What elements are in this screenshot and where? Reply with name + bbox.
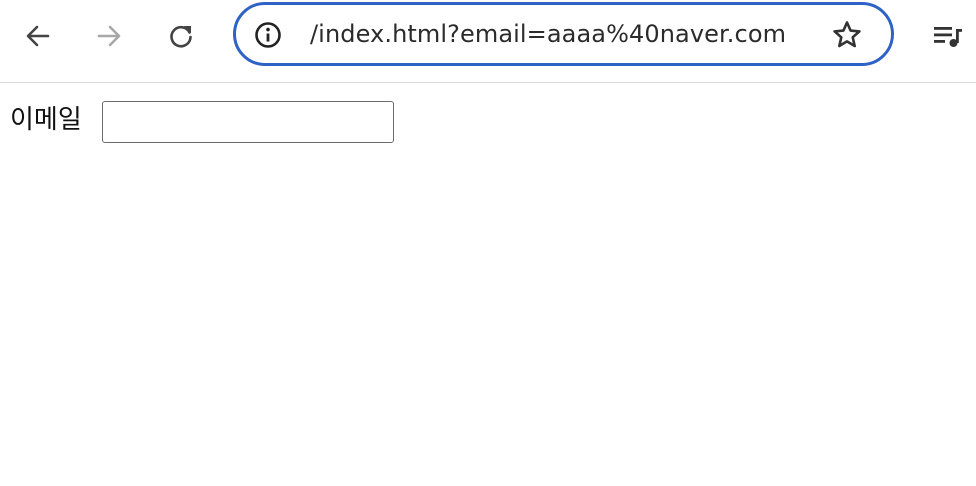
page-content: 이메일 [0,84,976,486]
forward-button[interactable] [89,16,129,56]
info-icon [255,22,281,48]
arrow-right-icon [97,25,121,47]
reload-icon [170,25,192,48]
back-button[interactable] [18,16,58,56]
star-outline-icon [833,21,861,48]
email-label: 이메일 [10,105,82,135]
reload-button[interactable] [161,16,201,56]
media-queue-icon [934,27,962,47]
site-info-button[interactable] [254,21,282,49]
email-input[interactable] [102,101,394,143]
arrow-left-icon [26,25,50,47]
media-controls-button[interactable] [928,16,968,56]
bookmark-button[interactable] [831,19,863,51]
browser-toolbar: /index.html?email=aaaa%40naver.com [0,0,976,83]
url-text[interactable]: /index.html?email=aaaa%40naver.com [310,5,786,63]
address-bar[interactable]: /index.html?email=aaaa%40naver.com [233,2,894,66]
